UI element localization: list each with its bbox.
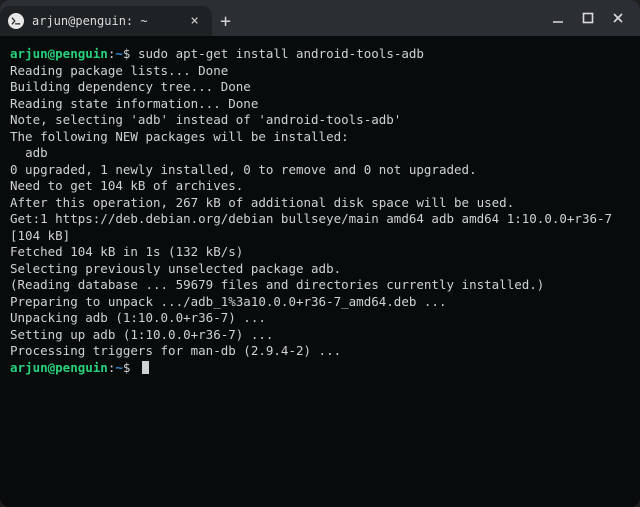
minimize-button[interactable] [550,10,566,26]
window-close-button[interactable] [610,10,626,26]
output-line: Setting up adb (1:10.0.0+r36-7) ... [10,327,630,344]
prompt-line: arjun@penguin:~$ sudo apt-get install an… [10,46,630,63]
tab-title: arjun@penguin: ~ [32,14,148,28]
command-text: sudo apt-get install android-tools-adb [138,46,424,61]
output-line: Unpacking adb (1:10.0.0+r36-7) ... [10,310,630,327]
titlebar-drag-area[interactable] [240,0,550,36]
output-line: After this operation, 267 kB of addition… [10,195,630,212]
prompt-line: arjun@penguin:~$ [10,360,630,377]
output-line: The following NEW packages will be insta… [10,129,630,146]
output-line: Note, selecting 'adb' instead of 'androi… [10,112,630,129]
prompt-path: ~ [115,360,123,375]
terminal-body[interactable]: arjun@penguin:~$ sudo apt-get install an… [0,36,640,507]
output-line: (Reading database ... 59679 files and di… [10,277,630,294]
prompt-symbol: $ [123,360,138,375]
output-line: Reading package lists... Done [10,63,630,80]
output-line: Processing triggers for man-db (2.9.4-2)… [10,343,630,360]
output-line: Get:1 https://deb.debian.org/debian bull… [10,211,630,244]
tab-active[interactable]: arjun@penguin: ~ × [0,6,212,36]
new-tab-button[interactable]: + [212,6,240,36]
output-line: Selecting previously unselected package … [10,261,630,278]
cursor [142,361,149,374]
maximize-button[interactable] [580,10,596,26]
terminal-window: arjun@penguin: ~ × + arjun@penguin:~$ su… [0,0,640,507]
terminal-icon [8,13,24,29]
window-controls [550,0,632,36]
prompt-symbol: $ [123,46,138,61]
output-line: Reading state information... Done [10,96,630,113]
prompt-user-host: arjun@penguin [10,360,108,375]
output-line: Need to get 104 kB of archives. [10,178,630,195]
titlebar: arjun@penguin: ~ × + [0,0,640,36]
output-line: Fetched 104 kB in 1s (132 kB/s) [10,244,630,261]
output-line: Building dependency tree... Done [10,79,630,96]
prompt-user-host: arjun@penguin [10,46,108,61]
tab-close-button[interactable]: × [188,14,202,28]
output-line: 0 upgraded, 1 newly installed, 0 to remo… [10,162,630,179]
output-line: Preparing to unpack .../adb_1%3a10.0.0+r… [10,294,630,311]
prompt-path: ~ [115,46,123,61]
output-line: adb [10,145,630,162]
